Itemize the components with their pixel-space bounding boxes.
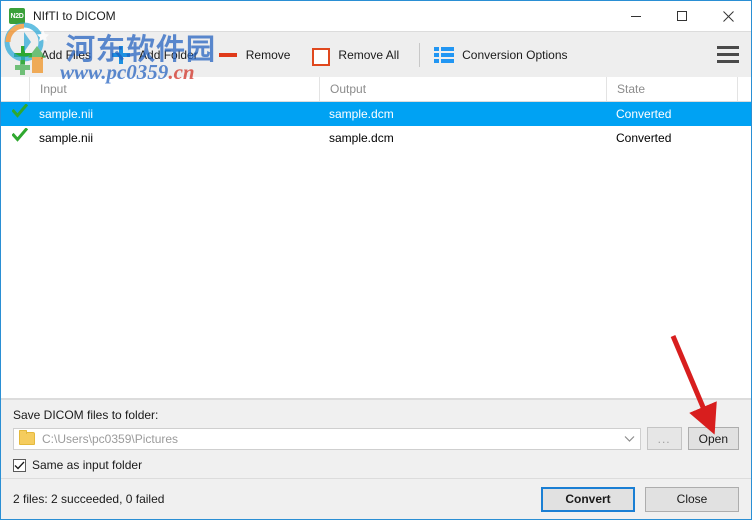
maximize-icon — [676, 10, 688, 22]
remove-button[interactable]: Remove — [208, 32, 301, 77]
hamburger-bar-1 — [717, 46, 739, 49]
close-icon — [722, 10, 735, 23]
minimize-icon — [630, 10, 642, 22]
destination-row: C:\Users\pc0359\Pictures ... Open — [13, 427, 739, 450]
column-header-filler — [737, 77, 751, 101]
add-files-label: Add Files — [41, 47, 92, 62]
green-plus-icon — [13, 45, 33, 65]
table-row[interactable]: sample.nii sample.dcm Converted — [1, 126, 751, 150]
toolbar: Add Files Add Folder Remove Remove All C… — [1, 31, 751, 77]
column-header-input[interactable]: Input — [29, 77, 319, 101]
blue-plus-icon — [111, 45, 131, 65]
toolbar-separator — [419, 42, 421, 67]
checkmark-icon — [14, 461, 25, 469]
window-title: NIfTI to DICOM — [33, 9, 116, 23]
minimize-button[interactable] — [613, 1, 659, 31]
title-bar: N2D NIfTI to DICOM — [1, 1, 751, 31]
app-icon: N2D — [9, 8, 25, 24]
add-folder-button[interactable]: Add Folder — [101, 32, 208, 77]
open-folder-button[interactable]: Open — [687, 427, 739, 450]
status-bar: 2 files: 2 succeeded, 0 failed Convert C… — [1, 478, 751, 519]
remove-all-button[interactable]: Remove All — [300, 32, 409, 77]
row-output-cell: sample.dcm — [329, 131, 394, 145]
app-icon-text: N2D — [10, 12, 24, 20]
destination-path-value: C:\Users\pc0359\Pictures — [42, 431, 179, 446]
column-header-state[interactable]: State — [606, 77, 737, 101]
column-header-status[interactable] — [1, 77, 29, 101]
row-output-cell: sample.dcm — [329, 107, 394, 121]
close-dialog-button[interactable]: Close — [645, 486, 739, 512]
add-folder-label: Add Folder — [139, 47, 198, 62]
row-state-cell: Converted — [616, 107, 672, 121]
list-options-icon — [434, 46, 455, 63]
same-as-input-folder-checkbox[interactable] — [13, 458, 26, 472]
file-list-header: Input Output State — [1, 77, 751, 102]
same-as-input-folder-label: Same as input folder — [32, 458, 143, 472]
app-window: N2D NIfTI to DICOM Add Files Add Folder … — [0, 0, 752, 520]
row-status-cell — [1, 102, 29, 126]
hamburger-menu-button[interactable] — [713, 32, 743, 77]
column-header-output[interactable]: Output — [319, 77, 606, 101]
file-list[interactable]: Input Output State sample.nii sample.dcm… — [1, 77, 751, 399]
hamburger-bar-3 — [717, 60, 739, 63]
row-input-cell: sample.nii — [39, 131, 94, 145]
maximize-button[interactable] — [659, 1, 705, 31]
status-text: 2 files: 2 succeeded, 0 failed — [13, 492, 165, 506]
destination-path-combobox[interactable]: C:\Users\pc0359\Pictures — [13, 427, 641, 450]
remove-all-label: Remove All — [338, 47, 400, 62]
hamburger-bar-2 — [717, 53, 739, 56]
conversion-options-button[interactable]: Conversion Options — [434, 32, 577, 77]
row-state-cell: Converted — [616, 131, 672, 145]
browse-folder-button[interactable]: ... — [646, 427, 682, 450]
folder-icon — [19, 430, 35, 445]
minus-icon — [218, 45, 238, 65]
conversion-options-label: Conversion Options — [462, 47, 568, 62]
square-outline-icon — [310, 45, 331, 66]
green-check-icon — [11, 102, 29, 126]
table-row[interactable]: sample.nii sample.dcm Converted — [1, 102, 751, 126]
close-button[interactable] — [705, 1, 751, 31]
chevron-down-icon[interactable] — [620, 429, 640, 449]
same-as-input-folder-row[interactable]: Same as input folder — [13, 458, 739, 472]
destination-panel: Save DICOM files to folder: C:\Users\pc0… — [1, 399, 751, 478]
green-check-icon — [11, 126, 29, 150]
add-files-button[interactable]: Add Files — [1, 32, 101, 77]
remove-label: Remove — [245, 47, 291, 62]
row-input-cell: sample.nii — [39, 107, 94, 121]
destination-label: Save DICOM files to folder: — [13, 408, 159, 422]
row-status-cell — [1, 126, 29, 150]
convert-button[interactable]: Convert — [541, 486, 635, 512]
